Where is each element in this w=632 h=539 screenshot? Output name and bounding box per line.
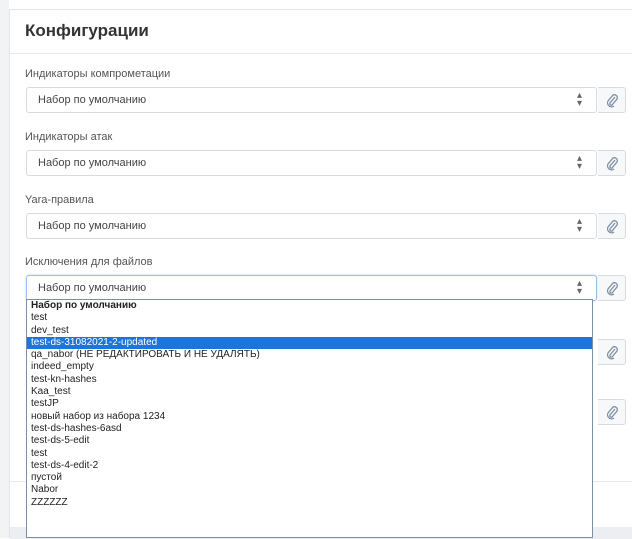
page-background (0, 0, 9, 538)
dropdown-list[interactable]: Набор по умолчанию test dev_test test-ds-31… (26, 299, 593, 538)
paperclip-icon (606, 220, 618, 234)
dropdown-option[interactable]: testJP (27, 398, 592, 410)
paperclip-icon (606, 157, 618, 171)
sort-arrows-icon: ▴ ▾ (576, 90, 582, 109)
attach-button-yara[interactable] (598, 213, 626, 239)
paperclip-icon (606, 346, 618, 360)
field-label-ioc: Индикаторы компрометации (25, 68, 171, 80)
select-ioc[interactable]: Набор по умолчанию ▴ ▾ (26, 87, 597, 113)
dropdown-option[interactable]: test-ds-hashes-6asd (27, 423, 592, 435)
field-label-ioa: Индикаторы атак (25, 131, 113, 143)
dropdown-option[interactable]: test-ds-31082021-2-updated (27, 336, 592, 350)
dropdown-option[interactable]: ZZZZZZ (27, 497, 592, 509)
dropdown-option[interactable]: indeed_empty (27, 361, 592, 373)
dropdown-option[interactable]: test (27, 312, 592, 324)
paperclip-icon (606, 282, 618, 296)
dropdown-option[interactable]: dev_test (27, 325, 592, 337)
dropdown-option[interactable]: test (27, 448, 592, 460)
paperclip-icon (606, 406, 618, 420)
attach-button-file-exclusions[interactable] (598, 275, 626, 301)
sort-arrows-icon: ▴ ▾ (576, 278, 582, 297)
dropdown-option[interactable]: новый набор из набора 1234 (27, 411, 592, 423)
dropdown-option[interactable]: test-ds-4-edit-2 (27, 460, 592, 472)
dropdown-option[interactable]: пустой (27, 472, 592, 484)
select-value: Набор по умолчанию (38, 94, 147, 106)
sort-arrows-icon: ▴ ▾ (576, 153, 582, 172)
select-value: Набор по умолчанию (38, 220, 147, 232)
attach-button-hidden-1[interactable] (598, 339, 626, 365)
dropdown-option[interactable]: test-ds-5-edit (27, 435, 592, 447)
page-title: Конфигурации (25, 21, 149, 40)
attach-button-ioa[interactable] (598, 150, 626, 176)
select-yara[interactable]: Набор по умолчанию ▴ ▾ (26, 213, 597, 239)
sort-arrows-icon: ▴ ▾ (576, 216, 582, 235)
dropdown-option[interactable]: Набор по умолчанию (27, 300, 592, 312)
select-value: Набор по умолчанию (38, 282, 147, 294)
panel-header: Конфигурации (10, 10, 632, 54)
select-value: Набор по умолчанию (38, 157, 147, 169)
dropdown-option[interactable]: Nabor (27, 484, 592, 496)
attach-button-ioc[interactable] (598, 87, 626, 113)
attach-button-hidden-2[interactable] (598, 399, 626, 425)
select-ioa[interactable]: Набор по умолчанию ▴ ▾ (26, 150, 597, 176)
field-label-yara: Yara-правила (25, 194, 94, 206)
paperclip-icon (606, 94, 618, 108)
dropdown-option[interactable]: Kaa_test (27, 386, 592, 398)
dropdown-option[interactable]: qa_nabor (НЕ РЕДАКТИРОВАТЬ И НЕ УДАЛЯТЬ) (27, 349, 592, 361)
field-label-file-exclusions: Исключения для файлов (25, 256, 153, 268)
dropdown-option[interactable]: test-kn-hashes (27, 374, 592, 386)
select-file-exclusions[interactable]: Набор по умолчанию ▴ ▾ (26, 275, 597, 301)
